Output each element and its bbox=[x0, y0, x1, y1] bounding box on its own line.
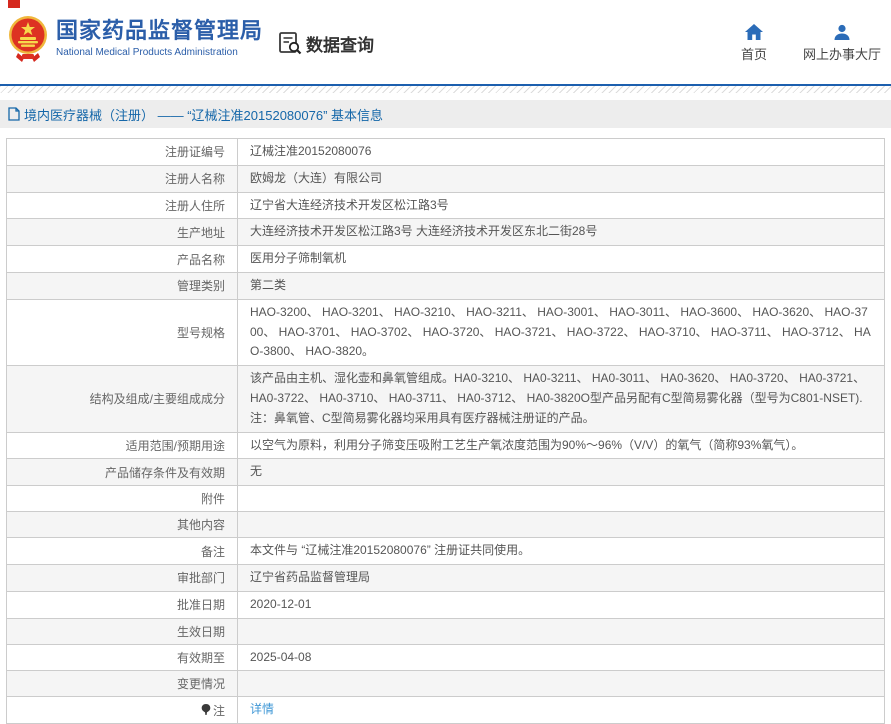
top-nav: 首页 网上办事大厅 bbox=[705, 24, 881, 63]
row-value: 该产品由主机、湿化壶和鼻氧管组成。HA0-3210、 HA0-3211、 HA0… bbox=[237, 365, 885, 433]
breadcrumb-title: 境内医疗器械（注册） —— “辽械注准20152080076” 基本信息 bbox=[24, 107, 384, 123]
row-value bbox=[237, 617, 885, 645]
row-label: 审批部门 bbox=[6, 563, 238, 592]
table-row: 有效期至 2025-04-08 bbox=[6, 643, 885, 672]
agency-title: 国家药品监督管理局 bbox=[56, 17, 264, 43]
row-value: 辽械注准20152080076 bbox=[237, 138, 885, 166]
detail-link[interactable]: 详情 bbox=[250, 702, 274, 716]
row-value: 大连经济技术开发区松江路3号 大连经济技术开发区东北二街28号 bbox=[237, 218, 885, 247]
row-value: 辽宁省药品监督管理局 bbox=[237, 563, 885, 592]
document-icon bbox=[8, 107, 20, 121]
table-row: 注册人住所 辽宁省大连经济技术开发区松江路3号 bbox=[6, 191, 885, 220]
red-flag-decoration bbox=[8, 0, 20, 8]
row-value: 辽宁省大连经济技术开发区松江路3号 bbox=[237, 191, 885, 220]
spacer bbox=[0, 128, 891, 138]
site-header: 国家药品监督管理局 National Medical Products Admi… bbox=[0, 0, 891, 84]
data-query-icon bbox=[277, 30, 303, 56]
table-row: 产品名称 医用分子筛制氧机 bbox=[6, 245, 885, 273]
table-row: 审批部门 辽宁省药品监督管理局 bbox=[6, 563, 885, 592]
table-row: 生产地址 大连经济技术开发区松江路3号 大连经济技术开发区东北二街28号 bbox=[6, 218, 885, 247]
row-label: 其他内容 bbox=[6, 511, 238, 539]
row-label: 注册人住所 bbox=[6, 191, 238, 220]
row-label: 备注 bbox=[6, 537, 238, 565]
nav-home-label: 首页 bbox=[740, 47, 767, 62]
row-value: 无 bbox=[237, 458, 885, 487]
row-label: 生效日期 bbox=[6, 617, 238, 645]
row-value: 欧姆龙（大连）有限公司 bbox=[237, 164, 885, 193]
user-icon bbox=[833, 24, 851, 40]
row-label: 批准日期 bbox=[6, 590, 238, 619]
table-row: 备注 本文件与 “辽械注准20152080076” 注册证共同使用。 bbox=[6, 537, 885, 565]
row-label: 产品储存条件及有效期 bbox=[6, 458, 238, 487]
table-row: 附件 bbox=[6, 485, 885, 513]
nav-home[interactable]: 首页 bbox=[741, 24, 767, 63]
stripe-decoration bbox=[0, 86, 891, 93]
table-row: 变更情况 bbox=[6, 670, 885, 698]
table-row: 注册人名称 欧姆龙（大连）有限公司 bbox=[6, 164, 885, 193]
agency-logo-block: 国家药品监督管理局 National Medical Products Admi… bbox=[8, 14, 263, 62]
national-emblem-icon bbox=[8, 14, 48, 62]
agency-subtitle: National Medical Products Administration bbox=[56, 47, 238, 59]
data-query-module: 数据查询 bbox=[277, 30, 374, 56]
home-icon bbox=[744, 24, 763, 40]
row-value: HAO-3200、 HAO-3201、 HAO-3210、 HAO-3211、 … bbox=[237, 298, 885, 367]
row-value bbox=[237, 511, 885, 539]
table-row: 批准日期 2020-12-01 bbox=[6, 590, 885, 619]
row-value: 2020-12-01 bbox=[237, 590, 885, 619]
row-label: 适用范围/预期用途 bbox=[6, 431, 238, 460]
row-label: 注 bbox=[6, 696, 238, 724]
row-value: 第二类 bbox=[237, 271, 885, 300]
row-label: 变更情况 bbox=[6, 670, 238, 698]
table-row: 生效日期 bbox=[6, 617, 885, 645]
row-label: 结构及组成/主要组成成分 bbox=[6, 365, 238, 433]
table-row: 其他内容 bbox=[6, 511, 885, 539]
spacer bbox=[0, 93, 891, 100]
nav-hall-label: 网上办事大厅 bbox=[802, 47, 881, 62]
nav-online-hall[interactable]: 网上办事大厅 bbox=[803, 24, 881, 63]
row-value: 医用分子筛制氧机 bbox=[237, 245, 885, 273]
row-label: 注册证编号 bbox=[6, 138, 238, 166]
row-label: 注册人名称 bbox=[6, 164, 238, 193]
row-value bbox=[237, 670, 885, 698]
table-row: 结构及组成/主要组成成分 该产品由主机、湿化壶和鼻氧管组成。HA0-3210、 H… bbox=[6, 365, 885, 433]
row-label: 型号规格 bbox=[6, 298, 238, 367]
table-row: 型号规格 HAO-3200、 HAO-3201、 HAO-3210、 HAO-32… bbox=[6, 298, 885, 367]
row-label: 管理类别 bbox=[6, 271, 238, 300]
row-value bbox=[237, 485, 885, 513]
row-value: 详情 bbox=[237, 696, 885, 724]
row-label: 产品名称 bbox=[6, 245, 238, 273]
agency-titles: 国家药品监督管理局 National Medical Products Admi… bbox=[56, 18, 263, 58]
pin-icon bbox=[201, 703, 211, 716]
breadcrumb: 境内医疗器械（注册） —— “辽械注准20152080076” 基本信息 bbox=[0, 100, 891, 128]
table-row: 管理类别 第二类 bbox=[6, 271, 885, 300]
row-value: 以空气为原料，利用分子筛变压吸附工艺生产氧浓度范围为90%～96%（V/V）的氧… bbox=[237, 431, 885, 460]
table-row: 适用范围/预期用途 以空气为原料，利用分子筛变压吸附工艺生产氧浓度范围为90%～9… bbox=[6, 431, 885, 460]
row-label: 生产地址 bbox=[6, 218, 238, 247]
table-row: 注册证编号 辽械注准20152080076 bbox=[6, 138, 885, 166]
row-label: 附件 bbox=[6, 485, 238, 513]
table-row: 产品储存条件及有效期无 bbox=[6, 458, 885, 487]
data-query-label: 数据查询 bbox=[306, 35, 374, 55]
row-label: 有效期至 bbox=[6, 643, 238, 672]
row-value: 2025-04-08 bbox=[237, 643, 885, 672]
registration-detail-table: 注册证编号 辽械注准20152080076 注册人名称 欧姆龙（大连）有限公司 注册人住… bbox=[6, 138, 885, 724]
row-value: 本文件与 “辽械注准20152080076” 注册证共同使用。 bbox=[237, 537, 885, 565]
table-row: 注详情 bbox=[6, 696, 885, 724]
